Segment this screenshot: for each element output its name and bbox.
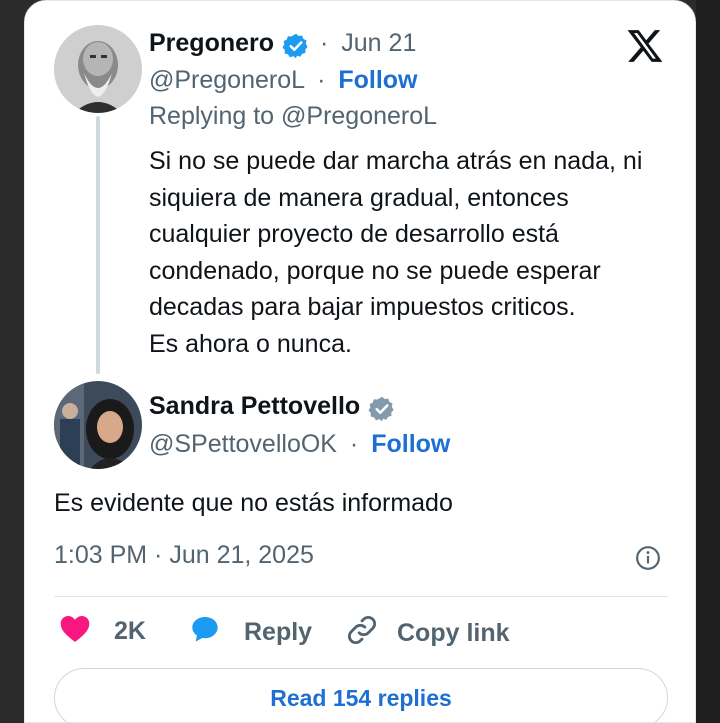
tweet-embed-card: Pregonero · Jun 21 @PregoneroL · Follow …	[24, 0, 696, 723]
avatar-pregonero[interactable]	[54, 25, 142, 113]
info-icon[interactable]	[635, 545, 661, 576]
reply-author-handle[interactable]: @SPettovelloOK	[149, 430, 337, 458]
left-backdrop	[0, 0, 24, 723]
tweet-text-line: Si no se puede dar marcha atrás en nada,…	[149, 147, 643, 175]
x-logo-icon[interactable]	[625, 27, 665, 70]
tweet-text: Si no se puede dar marcha atrás en nada,…	[149, 143, 689, 362]
separator-dot: ·	[349, 430, 359, 458]
separator-dot: ·	[320, 29, 329, 57]
heart-icon	[58, 613, 92, 650]
copy-link-button[interactable]: Copy link	[345, 613, 510, 654]
right-backdrop	[696, 0, 720, 723]
like-count: 2K	[114, 617, 146, 645]
read-replies-button[interactable]: Read 154 replies	[54, 668, 668, 722]
tweet-text-line: condenado, porque no se puede esperar	[149, 256, 601, 285]
link-icon	[345, 613, 379, 654]
like-button[interactable]: 2K	[58, 613, 146, 650]
follow-button-sandra[interactable]: Follow	[371, 430, 450, 458]
thread-connector-line	[96, 116, 100, 374]
tweet-text-line: decadas para bajar impuestos criticos.	[149, 293, 576, 321]
author-name[interactable]: Pregonero	[149, 29, 274, 58]
verified-badge-gray-icon	[368, 395, 396, 428]
reply-timestamp[interactable]: 1:03 PM · Jun 21, 2025	[54, 541, 314, 570]
tweet-text-line: siquiera de manera gradual, entonces	[149, 183, 569, 212]
reply-label: Reply	[244, 618, 313, 646]
tweet-text-line: cualquier proyecto de desarrollo está	[149, 220, 559, 248]
replying-to[interactable]: Replying to @PregoneroL	[149, 102, 437, 131]
actions-divider	[54, 596, 668, 597]
tweet-date[interactable]: Jun 21	[341, 29, 416, 57]
tweet-text-line: Es ahora o nunca.	[149, 329, 352, 358]
speech-bubble-icon	[188, 613, 222, 652]
verified-badge-icon	[282, 32, 310, 65]
reply-button[interactable]: Reply	[188, 613, 312, 652]
author-handle[interactable]: @PregoneroL	[149, 66, 304, 94]
avatar-sandra-pettovello[interactable]	[54, 381, 142, 469]
reply-author-name[interactable]: Sandra Pettovello	[149, 392, 360, 421]
follow-button-pregonero[interactable]: Follow	[338, 66, 417, 94]
copy-link-label: Copy link	[397, 619, 510, 647]
separator-dot: ·	[317, 66, 326, 94]
reply-text: Es evidente que no estás informado	[54, 489, 453, 517]
